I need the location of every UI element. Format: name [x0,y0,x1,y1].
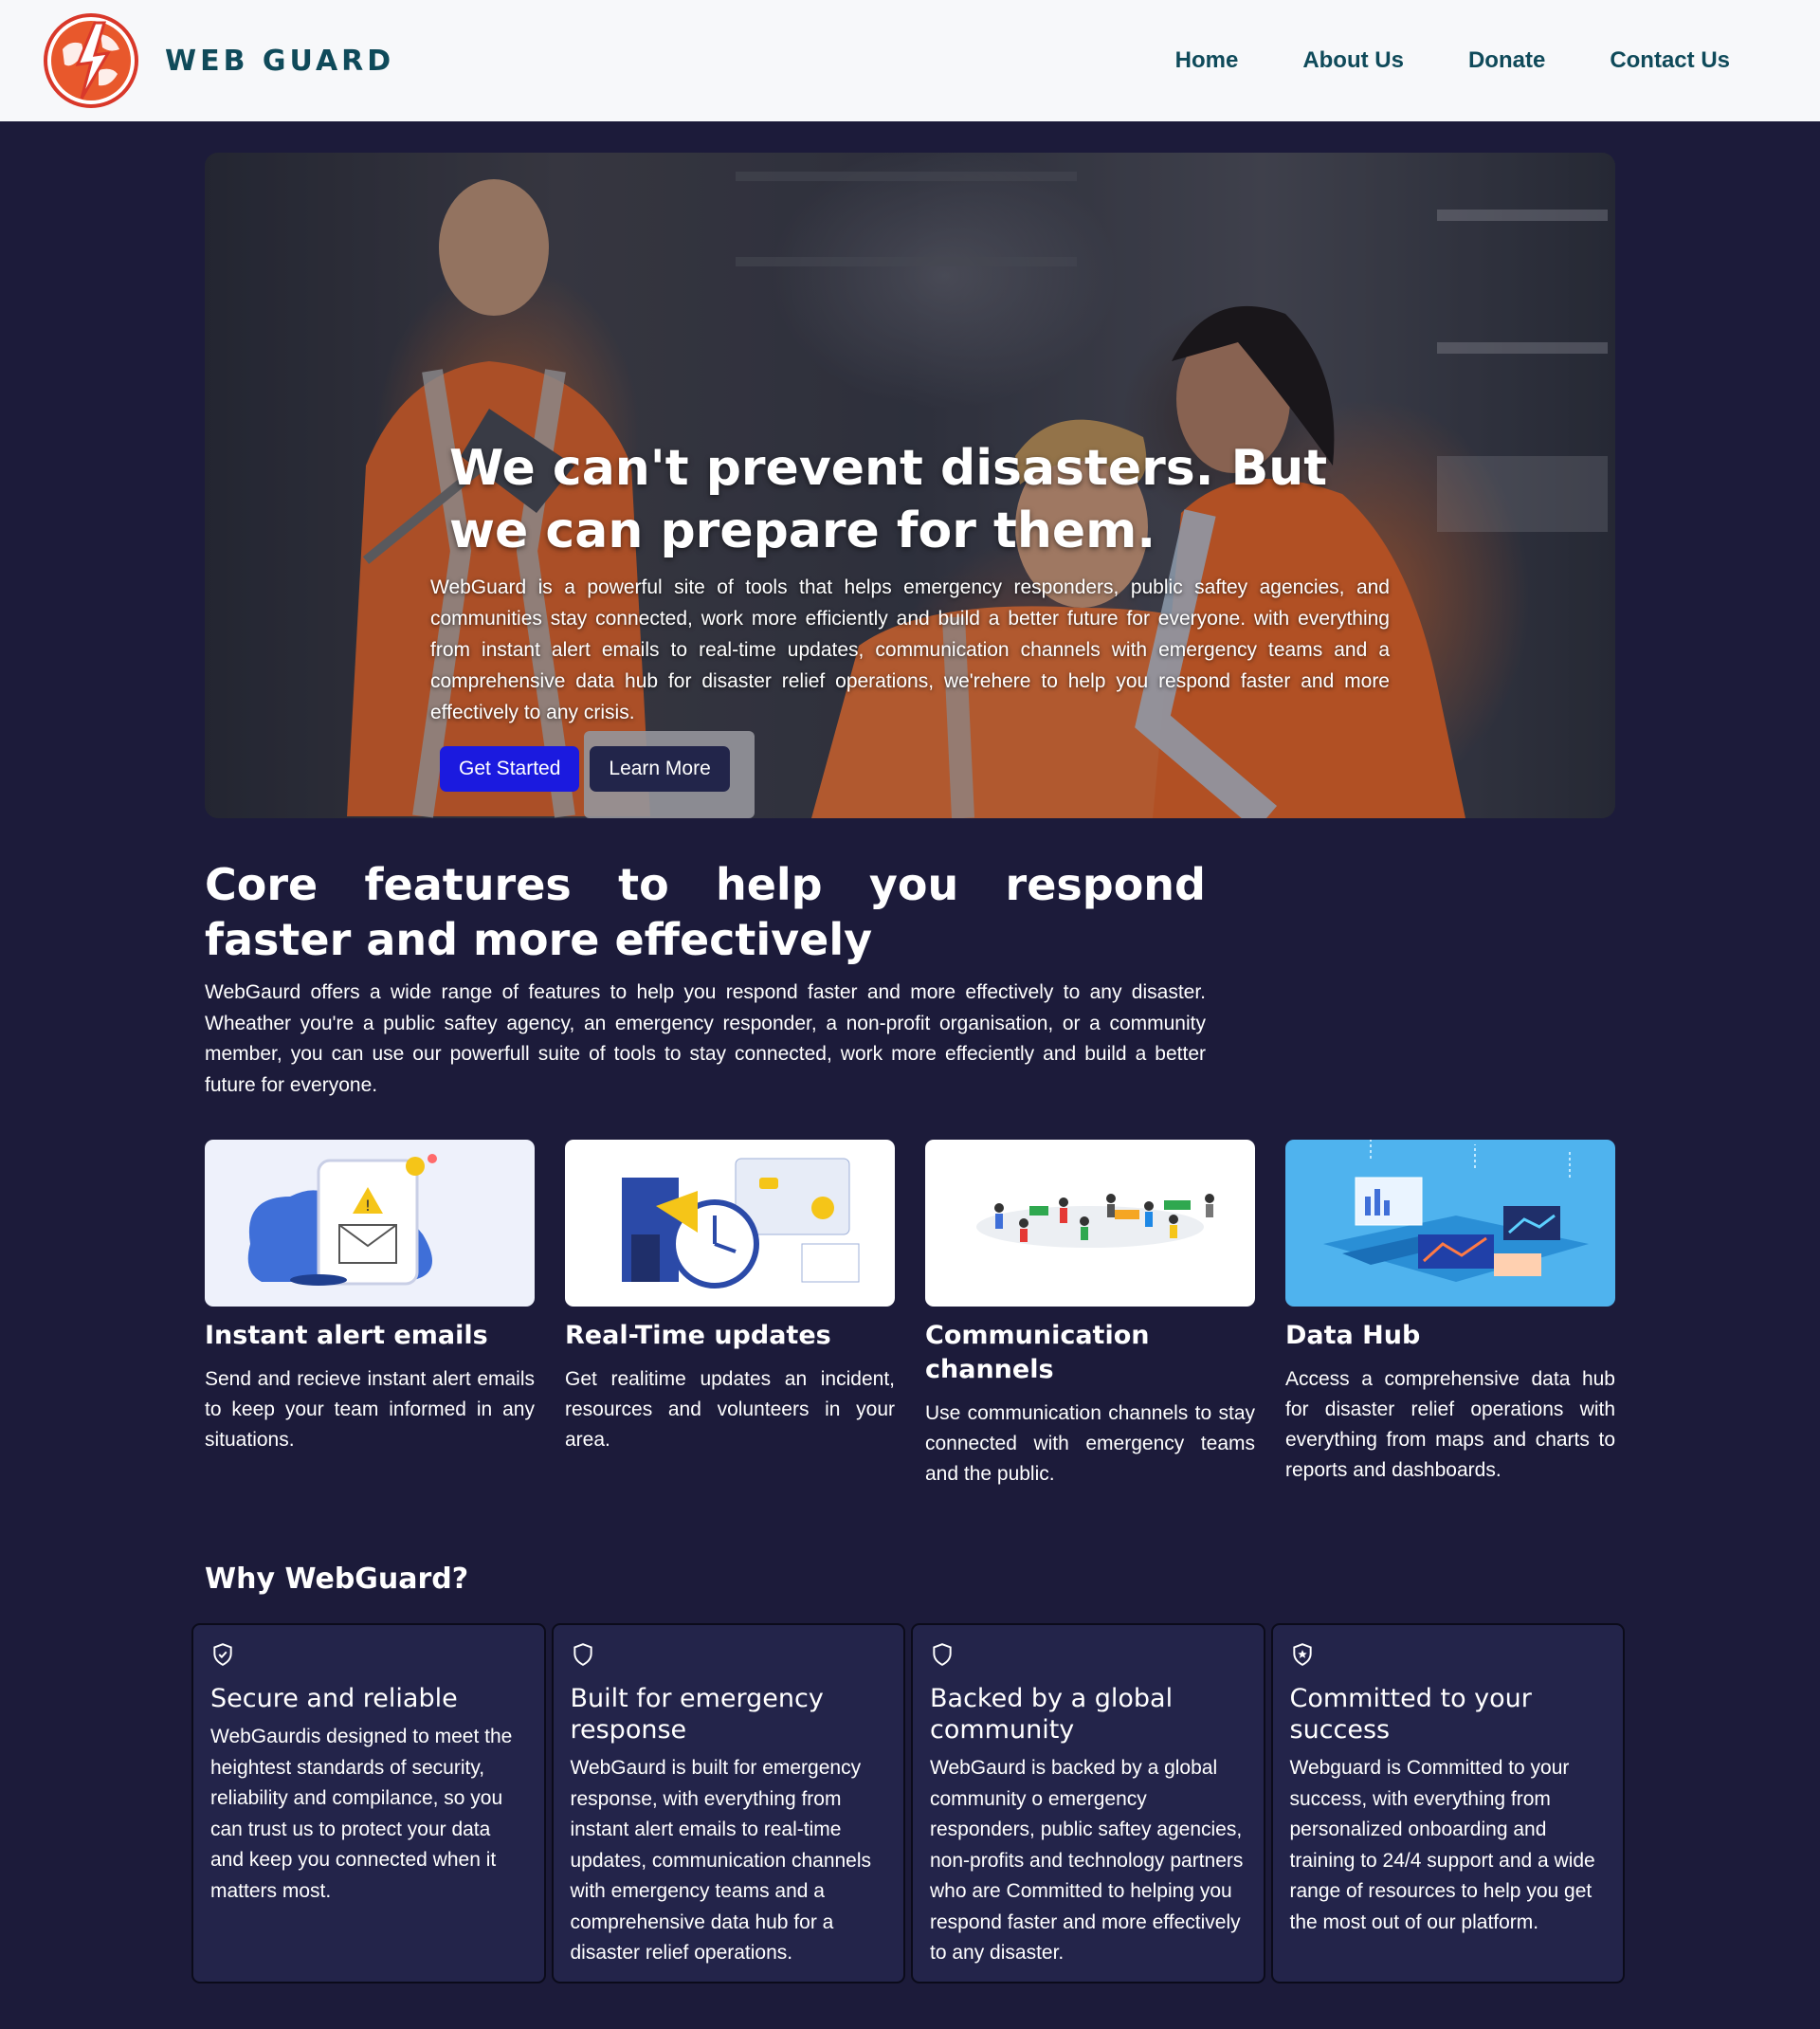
hero-actions: Get Started Learn More [440,746,730,792]
shield-icon [933,1643,952,1666]
hero-description: WebGuard is a powerful site of tools tha… [430,576,1390,723]
get-started-button[interactable]: Get Started [440,746,580,792]
nav-about-us[interactable]: About Us [1302,47,1404,74]
why-card-emergency: Built for emergency response WebGaurd is… [551,1623,905,1983]
core-features-description: WebGaurd offers a wide range of features… [205,981,1206,1096]
data-hub-illustration [1285,1140,1615,1307]
feature-card-alerts[interactable]: ! Instant alert emails Send and recieve … [205,1140,535,1490]
feature-description: Use communication channels to stay conne… [925,1402,1255,1485]
site-header: WEB GUARD Home About Us Donate Contact U… [0,0,1820,121]
hero-title: We can't prevent disasters. But we can p… [449,440,1328,559]
why-card-body: WebGaurd is backed by a global community… [930,1757,1244,1964]
why-card-community: Backed by a global community WebGaurd is… [911,1623,1265,1983]
svg-text:!: ! [365,1197,371,1215]
realtime-updates-illustration [565,1140,895,1307]
why-card-title: Secure and reliable [210,1684,458,1713]
feature-card-communication[interactable]: Communication channels Use communication… [925,1140,1255,1490]
communication-network-illustration [925,1140,1255,1307]
globe-lightning-logo[interactable] [42,11,140,110]
feature-description: Get realitime updates an incident, resou… [565,1368,895,1451]
shield-star-icon [1292,1643,1312,1666]
core-features-title: Core features to help you respond faster… [205,859,1206,965]
why-webguard-cards: Secure and reliable WebGaurdis designed … [191,1623,1625,1983]
feature-title: Data Hub [1285,1321,1421,1350]
brand-name: WEB GUARD [165,44,395,78]
why-card-secure: Secure and reliable WebGaurdis designed … [191,1623,546,1983]
learn-more-button[interactable]: Learn More [590,746,730,792]
main-nav: Home About Us Donate Contact Us [1175,0,1730,121]
why-card-body: Webguard is Committed to your success, w… [1289,1757,1595,1933]
features-list: ! Instant alert emails Send and recieve … [205,1140,1615,1490]
feature-card-realtime[interactable]: Real-Time updates Get realitime updates … [565,1140,895,1490]
nav-donate[interactable]: Donate [1468,47,1545,74]
hero-banner: We can't prevent disasters. But we can p… [205,153,1615,818]
nav-contact-us[interactable]: Contact Us [1610,47,1730,74]
feature-description: Send and recieve instant alert emails to… [205,1368,535,1451]
alert-email-illustration: ! [205,1140,535,1307]
feature-title: Instant alert emails [205,1321,488,1350]
why-card-success: Committed to your success Webguard is Co… [1270,1623,1625,1983]
feature-title: Real-Time updates [565,1321,831,1350]
why-card-body: WebGaurdis designed to meet the heightes… [210,1726,513,1902]
why-webguard-title: Why WebGuard? [205,1563,469,1596]
why-card-body: WebGaurd is built for emergency response… [570,1757,872,1964]
feature-title: Communication channels [925,1321,1150,1384]
shield-icon [573,1643,592,1666]
feature-card-data-hub[interactable]: Data Hub Access a comprehensive data hub… [1285,1140,1615,1490]
feature-description: Access a comprehensive data hub for disa… [1285,1368,1615,1481]
shield-check-icon [213,1643,232,1666]
why-card-title: Built for emergency response [570,1684,824,1745]
nav-home[interactable]: Home [1175,47,1239,74]
why-card-title: Committed to your success [1289,1684,1532,1745]
why-card-title: Backed by a global community [930,1684,1174,1745]
